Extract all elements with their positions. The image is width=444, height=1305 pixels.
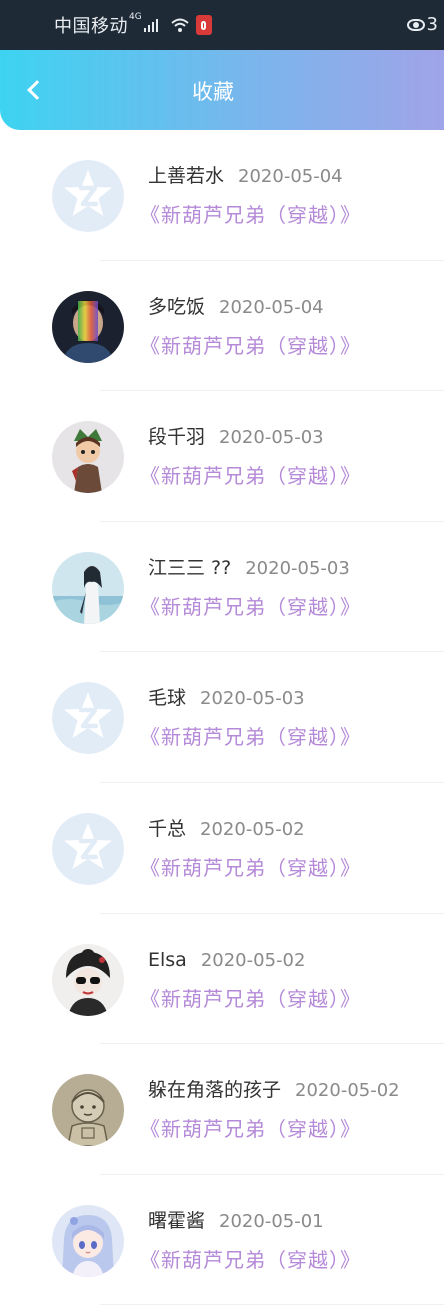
user-avatar — [52, 943, 124, 1016]
favorite-date: 2020-05-02 — [200, 818, 305, 840]
favorites-list: 上善若水 2020-05-04 《新葫芦兄弟（穿越）》 多吃饭 2020-05-… — [0, 130, 444, 1305]
favorite-title-link[interactable]: 《新葫芦兄弟（穿越）》 — [140, 1113, 438, 1142]
user-name: 躲在角落的孩子 — [148, 1079, 282, 1102]
list-item[interactable]: 毛球 2020-05-03 《新葫芦兄弟（穿越）》 — [0, 652, 444, 783]
user-name: 上善若水 — [148, 165, 225, 187]
list-item[interactable]: 曙霍酱 2020-05-01 《新葫芦兄弟（穿越）》 — [0, 1175, 444, 1305]
page-title: 收藏 — [192, 80, 234, 104]
carrier-label: 中国移动 — [54, 16, 128, 37]
favorite-title-link[interactable]: 《新葫芦兄弟（穿越）》 — [140, 1244, 438, 1273]
favorite-date: 2020-05-04 — [238, 166, 343, 187]
signal-icon — [143, 18, 158, 32]
user-name: Elsa — [148, 948, 187, 971]
favorite-date: 2020-05-03 — [245, 557, 350, 579]
favorite-date: 2020-05-02 — [200, 949, 306, 971]
user-name: 曙霍酱 — [148, 1209, 206, 1232]
wifi-icon — [170, 17, 190, 33]
favorite-date: 2020-05-03 — [200, 688, 305, 710]
user-name: 江三三 ?? — [148, 556, 232, 579]
user-avatar — [52, 1074, 124, 1147]
list-item[interactable]: 段千羽 2020-05-03 《新葫芦兄弟（穿越）》 — [0, 391, 444, 522]
network-type-label: 4G — [129, 12, 142, 22]
favorite-date: 2020-05-02 — [295, 1080, 400, 1102]
favorite-title-link[interactable]: 《新葫芦兄弟（穿越）》 — [140, 460, 438, 489]
list-item[interactable]: 千总 2020-05-02 《新葫芦兄弟（穿越）》 — [0, 783, 444, 914]
list-item[interactable]: 江三三 ?? 2020-05-03 《新葫芦兄弟（穿越）》 — [0, 522, 444, 653]
eye-icon: 3 — [406, 14, 438, 35]
favorite-date: 2020-05-01 — [219, 1210, 324, 1232]
user-name: 毛球 — [148, 687, 187, 710]
favorite-title-link[interactable]: 《新葫芦兄弟（穿越）》 — [140, 852, 438, 881]
status-bar: 中国移动 4G 3 — [0, 0, 444, 50]
user-name: 多吃饭 — [148, 295, 206, 318]
default-avatar-icon — [52, 812, 124, 885]
header-bar: 收藏 — [0, 50, 444, 130]
user-name: 段千羽 — [148, 426, 206, 449]
battery-label: 3 — [426, 14, 438, 35]
favorite-title-link[interactable]: 《新葫芦兄弟（穿越）》 — [140, 199, 438, 228]
favorite-title-link[interactable]: 《新葫芦兄弟（穿越）》 — [140, 721, 438, 750]
favorite-date: 2020-05-04 — [219, 296, 324, 318]
default-avatar-icon — [52, 682, 124, 755]
list-item[interactable]: 躲在角落的孩子 2020-05-02 《新葫芦兄弟（穿越）》 — [0, 1044, 444, 1175]
favorite-title-link[interactable]: 《新葫芦兄弟（穿越）》 — [140, 591, 438, 620]
microphone-icon — [195, 15, 212, 35]
list-item[interactable]: 多吃饭 2020-05-04 《新葫芦兄弟（穿越）》 — [0, 261, 444, 392]
user-avatar — [52, 290, 124, 363]
user-avatar — [52, 421, 124, 494]
favorite-title-link[interactable]: 《新葫芦兄弟（穿越）》 — [140, 983, 438, 1012]
user-name: 千总 — [148, 817, 187, 840]
user-avatar — [52, 551, 124, 624]
favorite-title-link[interactable]: 《新葫芦兄弟（穿越）》 — [140, 330, 438, 359]
default-avatar-icon — [52, 160, 124, 232]
favorite-date: 2020-05-03 — [219, 427, 324, 449]
list-item[interactable]: Elsa 2020-05-02 《新葫芦兄弟（穿越）》 — [0, 914, 444, 1045]
list-item[interactable]: 上善若水 2020-05-04 《新葫芦兄弟（穿越）》 — [0, 130, 444, 261]
user-avatar — [52, 1204, 124, 1277]
